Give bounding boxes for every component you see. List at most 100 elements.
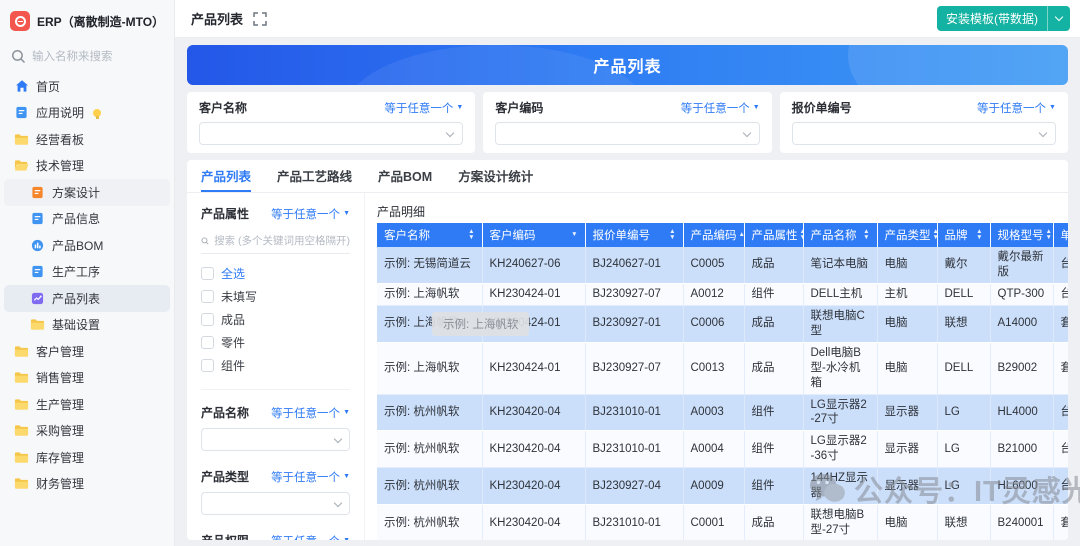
filter-operator-dropdown[interactable]: 等于任意一个▼ (384, 100, 463, 116)
table-cell: 组件 (744, 468, 803, 505)
sidebar-item-label: 客户管理 (36, 343, 84, 360)
app-logo-icon (10, 11, 30, 31)
table-row[interactable]: 示例: 上海帆软KH230424-01BJ230927-07A0012组件DEL… (377, 283, 1068, 305)
install-template-dropdown[interactable] (1048, 6, 1070, 31)
tab-product-bom[interactable]: 产品BOM (378, 160, 432, 192)
sort-icon[interactable]: ▲▼ (976, 229, 982, 241)
operator-label: 等于任意一个 (271, 469, 340, 485)
sidebar-item-basic-settings[interactable]: 基础设置 (4, 312, 170, 339)
sidebar-item-tech-mgmt[interactable]: 技术管理 (4, 153, 170, 180)
sort-icon[interactable]: ▲▼ (863, 229, 869, 241)
sidebar-item-customer-mgmt[interactable]: 客户管理 (4, 338, 170, 365)
sidebar-item-product-bom[interactable]: 产品BOM (4, 232, 170, 259)
table-row[interactable]: 示例: 上海帆软KH230424-01BJ230927-07C0013成品Del… (377, 342, 1068, 394)
sidebar-item-production-process[interactable]: 生产工序 (4, 259, 170, 286)
product-detail-section: 产品明细 客户名称▲▼客户编码▼报价单编号▲▼产品编码▲产品属性▲▼产品名称▲▼… (365, 193, 1068, 540)
sort-icon[interactable]: ▲▼ (933, 229, 938, 241)
table-cell: C0005 (683, 247, 744, 283)
hover-tooltip: 示例: 上海帆软 (432, 312, 529, 336)
table-row[interactable]: 示例: 无锡简道云KH240627-06BJ240627-01C0005成品笔记… (377, 247, 1068, 283)
tab-scheme-design-stat[interactable]: 方案设计统计 (458, 160, 533, 192)
triangle-down-icon: ▼ (343, 473, 350, 480)
attr-option[interactable]: 全选 (201, 262, 350, 285)
banner-title: 产品列表 (593, 53, 661, 77)
table-row[interactable]: 示例: 杭州帆软KH230420-04BJ231010-01C0001成品联想电… (377, 505, 1068, 540)
attr-option[interactable]: 零件 (201, 331, 350, 354)
sidebar-item-label: 产品列表 (52, 290, 100, 307)
table-cell: KH230420-04 (482, 505, 585, 540)
fullscreen-icon[interactable] (253, 12, 267, 26)
table-row[interactable]: 示例: 杭州帆软KH230420-04BJ230927-04A0009组件144… (377, 468, 1068, 505)
operator-dropdown[interactable]: 等于任意一个▼ (271, 469, 350, 485)
tab-process-route[interactable]: 产品工艺路线 (277, 160, 352, 192)
sort-icon[interactable]: ▲▼ (468, 229, 474, 241)
column-header[interactable]: 产品类型▲▼ (877, 223, 937, 247)
column-header[interactable]: 产品名称▲▼ (803, 223, 877, 247)
sidebar-item-label: 生产工序 (52, 263, 100, 280)
table-row[interactable]: 示例: 杭州帆软KH230420-04BJ231010-01A0003组件LG显… (377, 394, 1068, 431)
sidebar-item-scheme-design[interactable]: 方案设计 (4, 179, 170, 206)
column-header[interactable]: 客户名称▲▼ (377, 223, 482, 247)
sort-icon[interactable]: ▲▼ (669, 229, 675, 241)
sidebar-item-product-info[interactable]: 产品信息 (4, 206, 170, 233)
column-header[interactable]: 客户编码▼ (482, 223, 585, 247)
table-cell: BJ230927-07 (585, 283, 683, 305)
operator-dropdown[interactable]: 等于任意一个▼ (271, 533, 350, 541)
filter-card-customer-code: 客户编码 等于任意一个▼ (483, 92, 771, 153)
checkbox[interactable] (201, 359, 214, 372)
sidebar-item-label: 财务管理 (36, 475, 84, 492)
attr-operator-dropdown[interactable]: 等于任意一个▼ (271, 206, 350, 222)
checkbox[interactable] (201, 336, 214, 349)
sidebar-item-inventory-mgmt[interactable]: 库存管理 (4, 444, 170, 471)
doc-orange-icon (30, 185, 45, 200)
product-name-select[interactable] (201, 428, 350, 451)
checkbox[interactable] (201, 267, 214, 280)
install-template-button[interactable]: 安装模板(带数据) (937, 6, 1070, 31)
table-row[interactable]: 示例: 杭州帆软KH230420-04BJ231010-01A0004组件LG显… (377, 431, 1068, 468)
column-header[interactable]: 产品编码▲ (683, 223, 744, 247)
sidebar-item-finance-mgmt[interactable]: 财务管理 (4, 471, 170, 498)
product-type-select[interactable] (201, 492, 350, 515)
sidebar-item-label: 经营看板 (36, 131, 84, 148)
attr-search-input[interactable]: 搜索 (多个关键词用空格隔开) (201, 228, 350, 254)
sidebar-item-production-mgmt[interactable]: 生产管理 (4, 391, 170, 418)
table-cell: KH230420-04 (482, 394, 585, 431)
sort-icon[interactable]: ▲ (739, 232, 745, 238)
checkbox[interactable] (201, 290, 214, 303)
attr-search-placeholder: 搜索 (多个关键词用空格隔开) (214, 233, 350, 248)
operator-dropdown[interactable]: 等于任意一个▼ (271, 405, 350, 421)
column-header[interactable]: 规格型号▲▼ (990, 223, 1053, 247)
sidebar-item-product-list[interactable]: 产品列表 (4, 285, 170, 312)
checkbox[interactable] (201, 313, 214, 326)
table-cell: A0004 (683, 431, 744, 468)
attr-option[interactable]: 未填写 (201, 285, 350, 308)
customer-code-select[interactable] (495, 122, 759, 145)
table-cell: QTP-300 (990, 283, 1053, 305)
sidebar-item-sales-mgmt[interactable]: 销售管理 (4, 365, 170, 392)
sidebar-item-home[interactable]: 首页 (4, 73, 170, 100)
filter-operator-dropdown[interactable]: 等于任意一个▼ (681, 100, 760, 116)
table-cell: A0009 (683, 468, 744, 505)
sidebar-item-app-guide[interactable]: 应用说明 (4, 100, 170, 127)
column-header[interactable]: 报价单编号▲▼ (585, 223, 683, 247)
sort-icon[interactable]: ▼ (571, 232, 577, 238)
column-header[interactable]: 单位 (1053, 223, 1068, 247)
column-label: 产品编码 (691, 227, 737, 243)
attr-option[interactable]: 成品 (201, 308, 350, 331)
quotation-no-select[interactable] (792, 122, 1056, 145)
sidebar-search-input[interactable]: 输入名称来搜索 (0, 41, 174, 71)
sidebar-item-business-dashboard[interactable]: 经营看板 (4, 126, 170, 153)
sidebar-item-label: 产品信息 (52, 210, 100, 227)
tab-product-list[interactable]: 产品列表 (201, 160, 251, 192)
column-header[interactable]: 品牌▲▼ (937, 223, 990, 247)
sort-icon[interactable]: ▲▼ (800, 229, 804, 241)
customer-name-select[interactable] (199, 122, 463, 145)
attr-option[interactable]: 组件 (201, 354, 350, 377)
column-label: 产品属性 (752, 227, 798, 243)
table-cell: DELL主机 (803, 283, 877, 305)
sort-icon[interactable]: ▲▼ (1046, 229, 1052, 241)
column-header[interactable]: 产品属性▲▼ (744, 223, 803, 247)
sidebar-item-purchase-mgmt[interactable]: 采购管理 (4, 418, 170, 445)
sidebar: ERP（离散制造-MTO） 输入名称来搜索 首页应用说明经营看板技术管理方案设计… (0, 0, 175, 546)
filter-operator-dropdown[interactable]: 等于任意一个▼ (977, 100, 1056, 116)
